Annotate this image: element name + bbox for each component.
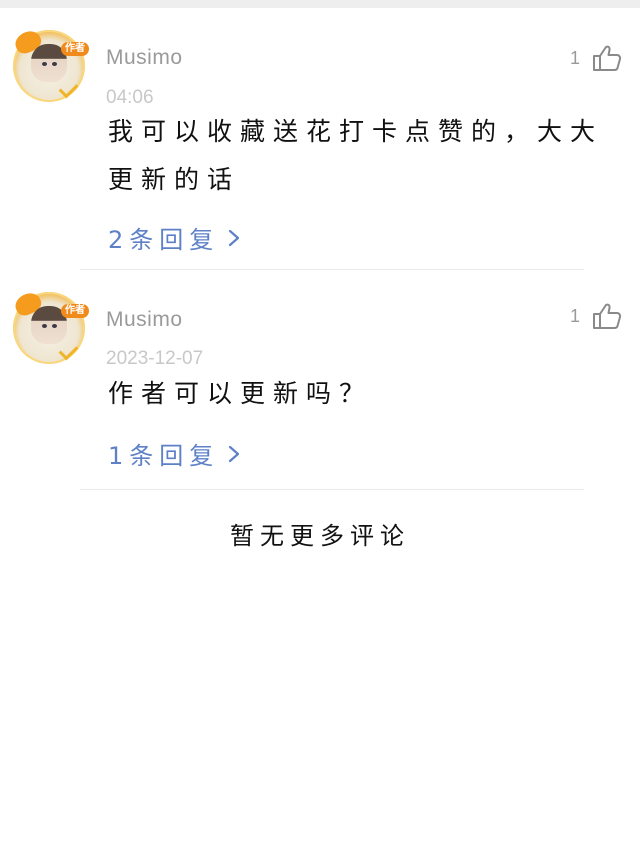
username[interactable]: Musimo	[106, 308, 183, 332]
comment-text: 我可以收藏送花打卡点赞的，大大更新的话	[108, 117, 604, 194]
like-count: 1	[569, 47, 580, 68]
comment-time: 2023-12-07	[106, 348, 204, 369]
replies-count-label: 1条回复	[108, 442, 220, 470]
author-badge: 作者	[61, 304, 89, 318]
chevron-right-icon	[227, 228, 241, 248]
avatar-eye	[52, 62, 57, 66]
comment-item: 作者 Musimo 2023-12-07 1 作者可以更新吗？ 1条回复	[0, 270, 640, 490]
no-more-comments: 暂无更多评论	[230, 522, 410, 550]
author-badge: 作者	[61, 42, 89, 56]
comment-item: 作者 Musimo 04:06 1 我可以收藏送花打卡点赞的，大大更新的话 2条…	[0, 8, 640, 270]
like-count: 1	[569, 305, 580, 326]
thumbs-up-icon[interactable]	[592, 302, 622, 330]
divider	[80, 489, 584, 490]
view-replies-link[interactable]: 1条回复	[108, 436, 241, 471]
top-bar	[0, 0, 640, 8]
avatar-eye	[42, 324, 47, 328]
comment-text: 作者可以更新吗？	[108, 379, 373, 408]
avatar[interactable]: 作者	[11, 27, 89, 102]
avatar[interactable]: 作者	[11, 289, 89, 364]
avatar-eye	[42, 62, 47, 66]
like-button[interactable]: 1	[570, 44, 622, 72]
check-icon	[58, 340, 79, 361]
comment-time: 04:06	[106, 87, 154, 108]
like-button[interactable]: 1	[570, 302, 622, 330]
thumbs-up-icon[interactable]	[592, 44, 622, 72]
view-replies-link[interactable]: 2条回复	[108, 220, 241, 255]
replies-count-label: 2条回复	[108, 226, 220, 254]
avatar-eye	[52, 324, 57, 328]
chevron-right-icon	[227, 444, 241, 464]
username[interactable]: Musimo	[106, 46, 183, 70]
check-icon	[58, 78, 79, 99]
